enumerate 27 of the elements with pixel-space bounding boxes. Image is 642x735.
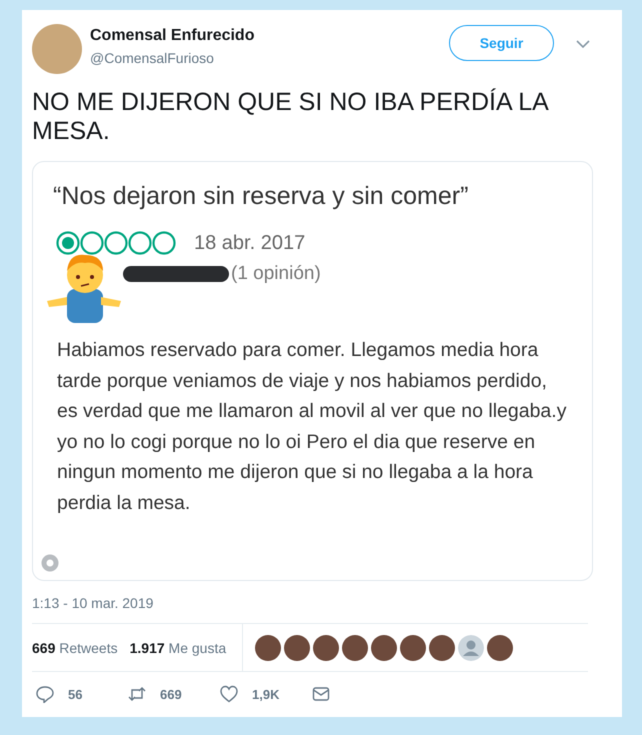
review-title: “Nos dejaron sin reserva y sin comer” bbox=[53, 182, 470, 211]
tweet-timestamp[interactable]: 1:13 - 10 mar. 2019 bbox=[32, 595, 600, 611]
action-count: 56 bbox=[68, 686, 82, 702]
heart-icon[interactable] bbox=[220, 685, 238, 703]
reply-icon[interactable] bbox=[36, 685, 54, 703]
retweet-icon[interactable] bbox=[128, 685, 146, 703]
liker-avatar[interactable] bbox=[342, 634, 368, 660]
review-date: 18 abr. 2017 bbox=[194, 232, 306, 254]
liker-avatar[interactable] bbox=[313, 634, 340, 660]
action-count: 669 bbox=[160, 686, 182, 702]
author-name[interactable]: Comensal Enfurecido bbox=[90, 27, 449, 45]
review-text: Habiamos reservado para comer. Llegamos media hora tarde porque veniamos de viaje y nos habiamos perdido, es verdad que me llamaron al movil al ver que no llegaba.y yo no lo cogi porque no lo oi Pero el dia que reserve en ningun momento me dijeron que si no llegaba a la hora perdia la mesa. bbox=[57, 338, 568, 516]
action-count: 1,9K bbox=[252, 686, 280, 702]
stat-link[interactable]: 669 Retweets bbox=[32, 640, 118, 656]
author-handle[interactable]: @ComensalFurioso bbox=[90, 50, 449, 66]
liker-avatar[interactable] bbox=[487, 634, 514, 660]
liker-avatar[interactable] bbox=[255, 634, 282, 660]
liker-avatar[interactable] bbox=[400, 634, 426, 660]
liker-avatar[interactable] bbox=[429, 634, 456, 660]
reviewer-review-count: (1 opinión) bbox=[231, 263, 321, 285]
chevron-down-icon[interactable] bbox=[576, 40, 590, 48]
liker-avatar[interactable] bbox=[284, 634, 310, 660]
small-circle-logo-icon bbox=[41, 554, 59, 572]
envelope-icon[interactable] bbox=[312, 685, 330, 703]
stat-link[interactable]: 1.917 Me gusta bbox=[130, 640, 226, 656]
tweet-text: NO ME DIJERON QUE SI NO IBA PERDÍA LA MESA. bbox=[32, 88, 549, 146]
liker-avatar[interactable] bbox=[371, 634, 398, 660]
